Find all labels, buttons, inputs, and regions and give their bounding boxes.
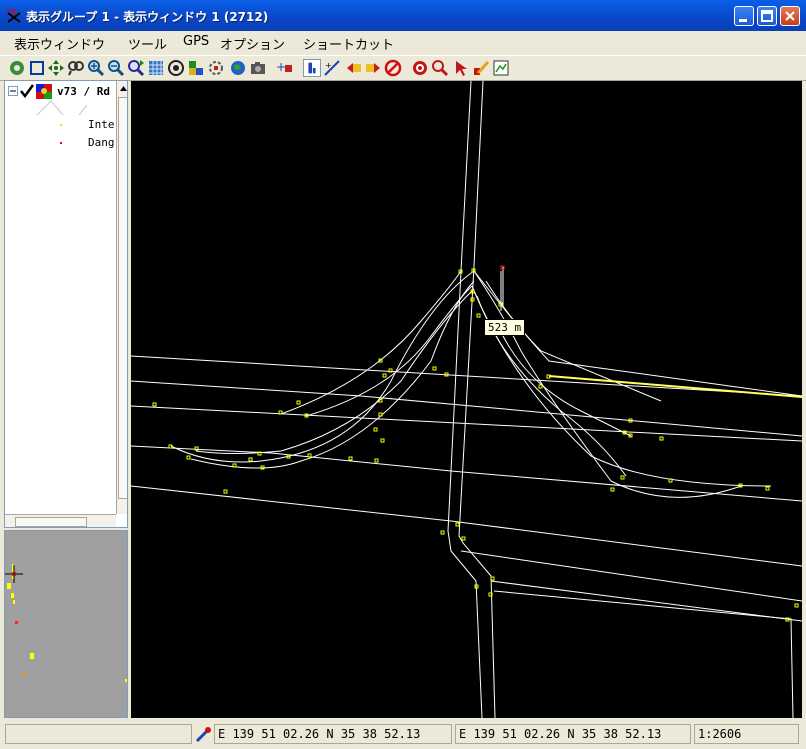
- legend-horizontal-scrollbar[interactable]: [5, 514, 116, 527]
- window-title: 表示グループ 1 - 表示ウィンドウ 1 (2712): [26, 10, 269, 24]
- legend-item-danger: Dang: [88, 136, 115, 149]
- close-icon: [785, 11, 795, 21]
- pointer-icon[interactable]: [452, 59, 470, 77]
- status-message-pane: [5, 724, 192, 744]
- zoom-out-icon[interactable]: [107, 59, 125, 77]
- grid-icon[interactable]: [147, 59, 165, 77]
- scroll-up-icon[interactable]: [117, 82, 128, 96]
- title-bar[interactable]: TN 表示グループ 1 - 表示ウィンドウ 1 (2712): [0, 0, 806, 32]
- close-button[interactable]: [780, 6, 800, 26]
- gps-icon: [195, 727, 211, 743]
- status-coordinates-secondary: E 139 51 02.26 N 35 38 52.13: [455, 724, 691, 744]
- snapshot-icon[interactable]: [249, 59, 267, 77]
- pan-icon[interactable]: [47, 59, 65, 77]
- legend-item-intersection: Inte: [88, 118, 115, 131]
- danger-marker-icon: [60, 142, 62, 144]
- layer-line-sample: [36, 99, 88, 116]
- layout-icon[interactable]: [492, 59, 510, 77]
- globe-icon[interactable]: [229, 59, 247, 77]
- maximize-icon: [761, 10, 773, 22]
- app-icon: TN: [6, 8, 21, 23]
- overview-map[interactable]: [4, 530, 128, 718]
- menu-tools[interactable]: ツール: [128, 34, 167, 53]
- edit-icon[interactable]: [472, 59, 490, 77]
- status-coordinates: E 139 51 02.26 N 35 38 52.13: [214, 724, 452, 744]
- legend-vertical-scrollbar[interactable]: [116, 81, 128, 514]
- layer-controls-icon[interactable]: [187, 59, 205, 77]
- status-bar: E 139 51 02.26 N 35 38 52.13 E 139 51 02…: [0, 721, 806, 749]
- zoom-box-icon[interactable]: [67, 59, 85, 77]
- map-view[interactable]: 523 m: [131, 81, 802, 718]
- intersection-marker-icon: [60, 124, 62, 126]
- road-network-drawing: [131, 81, 802, 718]
- search-icon[interactable]: [431, 59, 449, 77]
- crosshair-icon: [5, 565, 23, 583]
- svg-text:+: +: [276, 60, 286, 74]
- minimize-button[interactable]: [734, 6, 754, 26]
- zoom-in-icon[interactable]: [87, 59, 105, 77]
- zoom-previous-icon[interactable]: [127, 59, 145, 77]
- menu-display-window[interactable]: 表示ウィンドウ: [14, 34, 105, 53]
- legend-vscroll-thumb[interactable]: [118, 97, 127, 499]
- menu-shortcuts[interactable]: ショートカット: [303, 34, 394, 53]
- locate-icon[interactable]: [167, 59, 185, 77]
- target-icon[interactable]: [411, 59, 429, 77]
- next-element-icon[interactable]: [364, 59, 382, 77]
- menu-options[interactable]: オプション: [220, 34, 285, 53]
- minimize-icon: [739, 19, 747, 22]
- maximize-button[interactable]: [757, 6, 777, 26]
- rotate-icon[interactable]: [207, 59, 225, 77]
- menu-bar: 表示ウィンドウ ツール GPS オプション ショートカット: [0, 31, 806, 54]
- menu-gps[interactable]: GPS: [183, 34, 209, 49]
- svg-text:+: +: [325, 61, 332, 70]
- no-entry-icon[interactable]: [384, 59, 402, 77]
- previous-element-icon[interactable]: [345, 59, 363, 77]
- layer-legend-panel: v73 / Rd Inte Dang: [4, 80, 128, 528]
- measure-tool-icon[interactable]: +: [323, 59, 341, 77]
- full-extent-icon[interactable]: [28, 59, 46, 77]
- status-map-scale: 1:2606: [694, 724, 799, 744]
- overview-canvas: [7, 564, 127, 682]
- add-element-icon[interactable]: +: [276, 59, 294, 77]
- legend-hscroll-thumb[interactable]: [15, 517, 87, 527]
- measure-tooltip: 523 m: [484, 319, 526, 336]
- checkmark-icon[interactable]: [20, 84, 34, 98]
- redraw-icon[interactable]: [8, 59, 26, 77]
- select-tool-icon[interactable]: [303, 59, 321, 77]
- collapse-icon[interactable]: [8, 86, 18, 96]
- toolbar: + +: [0, 55, 806, 81]
